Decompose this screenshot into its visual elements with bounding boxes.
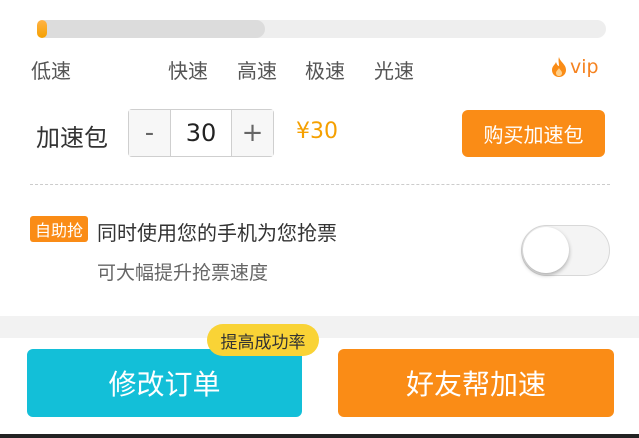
decrement-button[interactable]: - (129, 110, 171, 156)
self-grab-badge: 自助抢 (30, 216, 88, 242)
toggle-knob (523, 227, 569, 273)
speed-level-light: 光速 (374, 59, 414, 83)
section-separator (0, 316, 639, 338)
flame-icon (552, 57, 566, 77)
speed-level-extreme: 极速 (305, 59, 345, 83)
self-grab-toggle[interactable] (521, 225, 610, 276)
self-grab-title: 同时使用您的手机为您抢票 (97, 221, 337, 245)
speed-progress-knob (37, 20, 47, 38)
speed-progress-fill (37, 20, 265, 38)
speed-progress-bar (37, 20, 606, 38)
quantity-stepper: - 30 + (128, 109, 274, 157)
increment-button[interactable]: + (231, 110, 273, 156)
vip-label: vip (570, 56, 599, 78)
modify-order-button[interactable]: 修改订单 (27, 349, 302, 417)
success-rate-tip: 提高成功率 (207, 324, 319, 356)
speed-level-high: 高速 (237, 59, 277, 83)
package-price: ¥30 (296, 119, 338, 144)
package-label: 加速包 (36, 124, 108, 152)
buy-package-button[interactable]: 购买加速包 (462, 110, 605, 157)
speed-level-fast: 快速 (168, 59, 208, 83)
quantity-value[interactable]: 30 (171, 110, 231, 156)
vip-link[interactable]: vip (551, 56, 599, 78)
friend-boost-button[interactable]: 好友帮加速 (338, 349, 614, 417)
bottom-edge (0, 434, 639, 438)
dashed-divider (30, 184, 610, 185)
speed-level-low: 低速 (31, 59, 71, 83)
self-grab-subtitle: 可大幅提升抢票速度 (97, 262, 269, 284)
